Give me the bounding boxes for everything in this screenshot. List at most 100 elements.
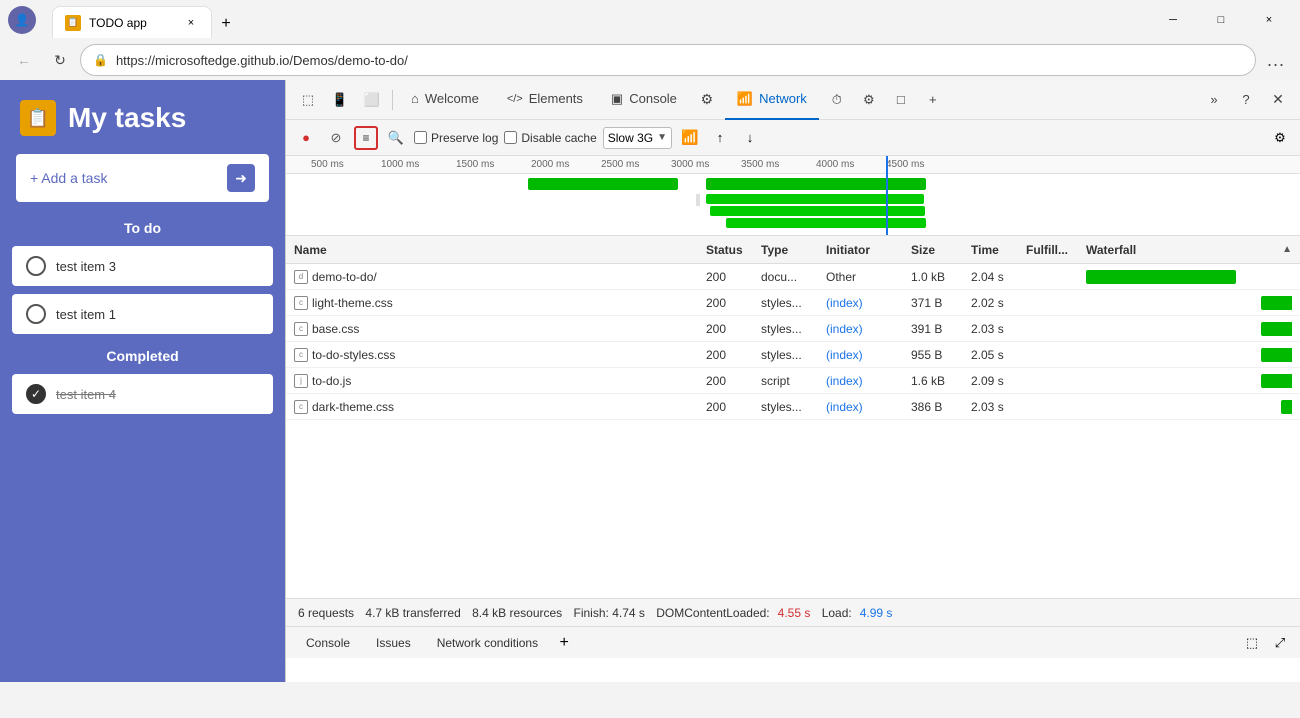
- title-bar: 👤 📋 TODO app × + ─ □ ×: [0, 0, 1300, 40]
- tick-3500ms: 3500 ms: [741, 159, 779, 170]
- timeline-bar-4: [710, 206, 925, 216]
- url-bar[interactable]: 🔒 https://microsoftedge.github.io/Demos/…: [80, 44, 1256, 76]
- throttle-label: Slow 3G: [608, 131, 653, 145]
- cell-status-6: 200: [706, 400, 761, 414]
- bottom-tab-network-conditions[interactable]: Network conditions: [425, 627, 550, 659]
- device-icon-button[interactable]: □: [887, 86, 915, 114]
- preserve-log-input[interactable]: [414, 131, 427, 144]
- tab-welcome[interactable]: ⌂ Welcome: [399, 80, 491, 120]
- more-options-button[interactable]: »: [1200, 86, 1228, 114]
- download-button[interactable]: ↓: [738, 126, 762, 150]
- clear-button[interactable]: ⊘: [324, 126, 348, 150]
- col-size: Size: [911, 243, 971, 257]
- new-tab-button[interactable]: +: [212, 10, 240, 38]
- record-button[interactable]: ●: [294, 126, 318, 150]
- tick-4500ms: 4500 ms: [886, 159, 924, 170]
- throttle-select[interactable]: Slow 3G ▼: [603, 127, 672, 149]
- preserve-log-checkbox[interactable]: Preserve log: [414, 131, 498, 145]
- task-item-1[interactable]: test item 3: [12, 246, 273, 286]
- search-button[interactable]: 🔍: [384, 126, 408, 150]
- task-text-1: test item 3: [56, 259, 116, 274]
- file-icon-1: d: [294, 270, 308, 284]
- table-row[interactable]: d demo-to-do/ 200 docu... Other 1.0 kB 2…: [286, 264, 1300, 290]
- table-row[interactable]: c to-do-styles.css 200 styles... (index)…: [286, 342, 1300, 368]
- performance-icon-button[interactable]: ⏱: [823, 86, 851, 114]
- inspector-button[interactable]: ⬜: [358, 86, 386, 114]
- table-row[interactable]: c dark-theme.css 200 styles... (index) 3…: [286, 394, 1300, 420]
- browser-more-button[interactable]: ...: [1260, 44, 1292, 76]
- expand-button[interactable]: ⤢: [1268, 631, 1292, 655]
- separator-2: [465, 606, 468, 620]
- table-row[interactable]: j to-do.js 200 script (index) 1.6 kB 2.0…: [286, 368, 1300, 394]
- network-settings-button[interactable]: ⚙: [1268, 126, 1292, 150]
- maximize-button[interactable]: □: [1198, 4, 1244, 36]
- cell-initiator-5: (index): [826, 374, 911, 388]
- help-button[interactable]: ?: [1232, 86, 1260, 114]
- disable-cache-input[interactable]: [504, 131, 517, 144]
- col-initiator: Initiator: [826, 243, 911, 257]
- task-item-2[interactable]: test item 1: [12, 294, 273, 334]
- bottom-tab-console[interactable]: Console: [294, 627, 362, 659]
- settings-icon-button[interactable]: ⚙: [855, 86, 883, 114]
- device-emulation-button[interactable]: 📱: [326, 86, 354, 114]
- browser-tab[interactable]: 📋 TODO app ×: [52, 6, 212, 38]
- transferred-size: 4.7 kB transferred: [365, 606, 460, 620]
- filter-button[interactable]: ≡: [354, 126, 378, 150]
- cell-waterfall-3: [1086, 316, 1292, 342]
- tick-1500ms: 1500 ms: [456, 159, 494, 170]
- cell-status-2: 200: [706, 296, 761, 310]
- undock-button[interactable]: ⬚: [1240, 631, 1264, 655]
- filename-6: dark-theme.css: [312, 400, 394, 414]
- cell-type-2: styles...: [761, 296, 826, 310]
- sources-icon-button[interactable]: ⚙: [693, 86, 721, 114]
- cell-type-1: docu...: [761, 270, 826, 284]
- upload-button[interactable]: ↑: [708, 126, 732, 150]
- close-button[interactable]: ×: [1246, 4, 1292, 36]
- cell-name-2: c light-theme.css: [294, 296, 706, 310]
- refresh-button[interactable]: ↻: [44, 44, 76, 76]
- timeline-vertical-line: [886, 156, 888, 235]
- todo-icon: 📋: [20, 100, 56, 136]
- dock-icon-button[interactable]: ⬚: [294, 86, 322, 114]
- cell-time-3: 2.03 s: [971, 322, 1026, 336]
- url-text: https://microsoftedge.github.io/Demos/de…: [116, 53, 1243, 68]
- cell-time-4: 2.05 s: [971, 348, 1026, 362]
- table-row[interactable]: c light-theme.css 200 styles... (index) …: [286, 290, 1300, 316]
- more-tools-button[interactable]: +: [919, 86, 947, 114]
- minimize-button[interactable]: ─: [1150, 4, 1196, 36]
- network-btn-4[interactable]: 📶: [678, 126, 702, 150]
- add-task-bar[interactable]: + Add a task ➜: [16, 154, 269, 202]
- status-bar: 6 requests 4.7 kB transferred 8.4 kB res…: [286, 598, 1300, 626]
- task-checkbox-1[interactable]: [26, 256, 46, 276]
- timeline-bar-5: [726, 218, 926, 228]
- toolbar-divider: [392, 90, 393, 110]
- cell-name-4: c to-do-styles.css: [294, 348, 706, 362]
- tab-network[interactable]: 📶 Network: [725, 80, 819, 120]
- cell-initiator-2: (index): [826, 296, 911, 310]
- task-checkbox-2[interactable]: [26, 304, 46, 324]
- back-button[interactable]: ←: [8, 44, 40, 76]
- console-icon: ▣: [611, 91, 623, 107]
- waterfall-bar-6: [1281, 400, 1292, 414]
- filename-2: light-theme.css: [312, 296, 393, 310]
- tab-close-button[interactable]: ×: [183, 15, 199, 31]
- completed-task-item-1[interactable]: ✓ test item 4: [12, 374, 273, 414]
- cell-type-3: styles...: [761, 322, 826, 336]
- col-status: Status: [706, 243, 761, 257]
- separator-3: [566, 606, 569, 620]
- table-row[interactable]: c base.css 200 styles... (index) 391 B 2…: [286, 316, 1300, 342]
- welcome-label: Welcome: [425, 91, 479, 106]
- window-controls: ─ □ ×: [1150, 4, 1292, 36]
- add-bottom-tab-button[interactable]: +: [552, 631, 576, 655]
- tab-console[interactable]: ▣ Console: [599, 80, 689, 120]
- cell-waterfall-5: [1086, 368, 1292, 394]
- tick-3000ms: 3000 ms: [671, 159, 709, 170]
- cell-waterfall-6: [1086, 394, 1292, 420]
- tab-elements[interactable]: </> Elements: [495, 80, 595, 120]
- bottom-tab-issues[interactable]: Issues: [364, 627, 423, 659]
- disable-cache-checkbox[interactable]: Disable cache: [504, 131, 596, 145]
- profile-icon[interactable]: 👤: [8, 6, 36, 34]
- add-task-left: + Add a task: [30, 170, 107, 186]
- completed-checkbox-1[interactable]: ✓: [26, 384, 46, 404]
- devtools-close-button[interactable]: ✕: [1264, 86, 1292, 114]
